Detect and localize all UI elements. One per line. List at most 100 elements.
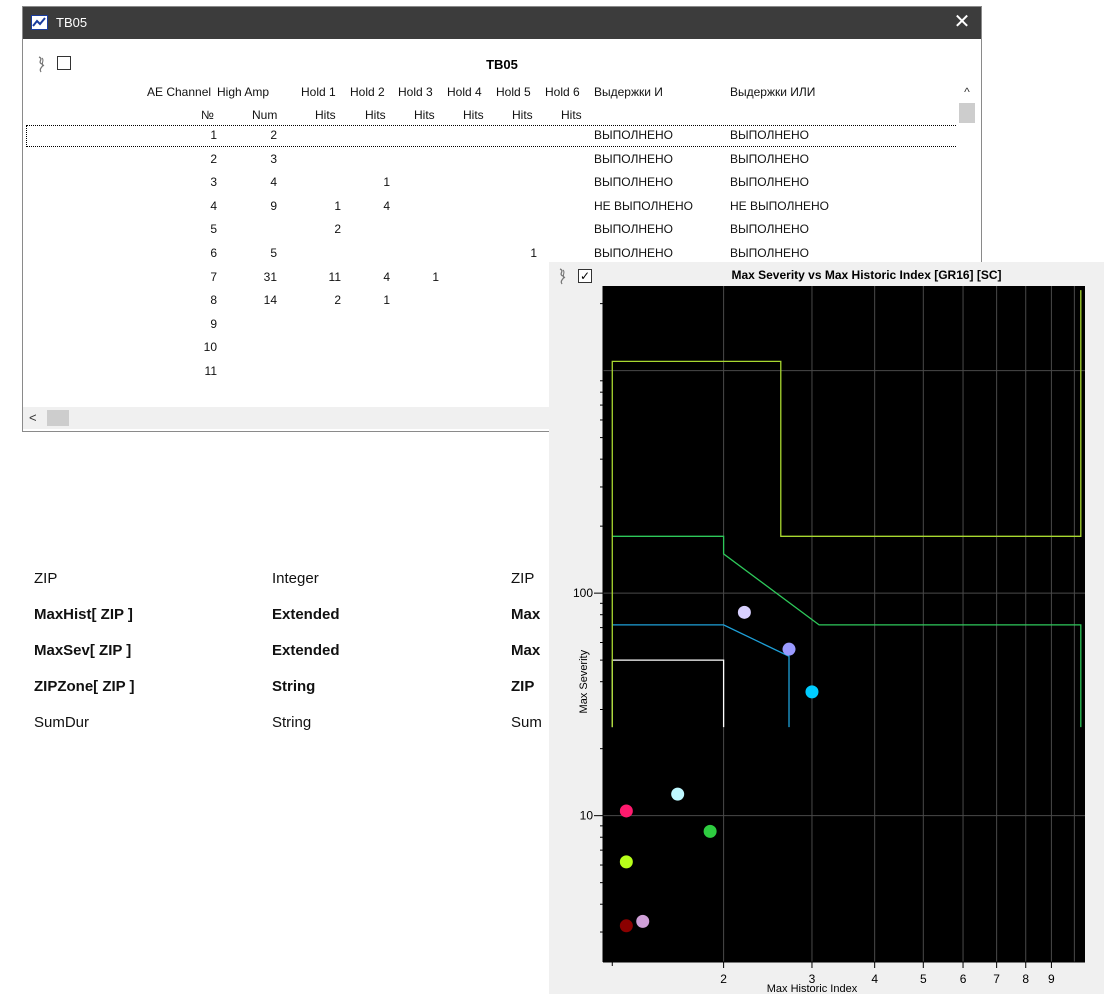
table-cell: ВЫПОЛНЕНО — [594, 175, 673, 190]
table-cell: 1 — [530, 246, 537, 260]
col-header-hold3[interactable]: Hold 3 — [398, 85, 433, 99]
table-cell: 14 — [263, 293, 277, 308]
table-cell: ВЫПОЛНЕНО — [730, 222, 809, 237]
table-cell: ВЫПОЛНЕНО — [594, 151, 673, 166]
data-point[interactable] — [619, 804, 633, 818]
table-cell: НЕ ВЫПОЛНЕНО — [594, 198, 693, 213]
table-cell: 11 — [204, 364, 217, 378]
field-extra: ZIP — [511, 678, 535, 695]
x-tick-label: 5 — [920, 972, 927, 986]
field-type: Extended — [272, 642, 340, 659]
x-tick-label: 9 — [1048, 972, 1055, 986]
col-subheader-hits: Hits — [315, 108, 336, 122]
severity-chart-panel: 10 100 2 3 4 5 6 7 8 9 Max Historic Index Max Sever… — [549, 262, 1104, 994]
table-cell: 2 — [334, 293, 341, 308]
table-cell: ВЫПОЛНЕНО — [594, 222, 673, 237]
table-title: TB05 — [486, 57, 518, 72]
data-point[interactable] — [619, 855, 633, 869]
table-cell: 1 — [383, 293, 390, 308]
table-row[interactable] — [27, 220, 955, 242]
plot-area — [603, 286, 1085, 962]
close-button[interactable]: ✕ — [943, 7, 981, 39]
table-cell: 5 — [270, 246, 277, 260]
table-cell: 4 — [270, 175, 277, 190]
horizontal-scroll-thumb[interactable] — [47, 410, 69, 426]
table-cell: 3 — [210, 175, 217, 190]
table-cell: ВЫПОЛНЕНО — [730, 175, 809, 190]
y-axis-title: Max Severity — [578, 649, 590, 713]
field-name: ZIPZone[ ZIP ] — [34, 678, 135, 695]
table-cell: 7 — [210, 269, 217, 284]
data-point[interactable] — [737, 605, 751, 619]
col-header-ae-channel[interactable]: AE Channel — [147, 85, 211, 99]
table-cell: 8 — [210, 293, 217, 308]
field-extra: Sum — [511, 714, 542, 731]
data-point[interactable] — [805, 685, 819, 699]
table-cell: 31 — [263, 269, 277, 284]
field-type: Extended — [272, 606, 340, 623]
field-type: String — [272, 714, 312, 731]
data-point[interactable] — [782, 642, 796, 656]
scroll-up-arrow-icon[interactable]: ^ — [959, 85, 975, 101]
col-header-hold1[interactable]: Hold 1 — [301, 85, 336, 99]
field-name: MaxSev[ ZIP ] — [34, 642, 132, 659]
x-tick-label: 6 — [960, 972, 967, 986]
table-cell: 4 — [383, 198, 390, 213]
table-cell: 2 — [210, 151, 217, 166]
table-cell: 4 — [210, 198, 217, 213]
col-subheader-hits: Hits — [463, 108, 484, 122]
x-tick-label: 7 — [993, 972, 1000, 986]
col-subheader-hits: Hits — [512, 108, 533, 122]
table-cell: 6 — [210, 246, 217, 260]
col-header-vyderzhki-ili[interactable]: Выдержки ИЛИ — [730, 85, 815, 99]
table-cell: ВЫПОЛНЕНО — [594, 128, 673, 142]
col-subheader-hits: Hits — [365, 108, 386, 122]
table-cell: 1 — [432, 269, 439, 284]
window-titlebar[interactable]: TB05 ✕ — [23, 7, 981, 39]
data-point[interactable] — [636, 914, 650, 928]
col-header-vyderzhki-i[interactable]: Выдержки И — [594, 85, 663, 99]
table-cell: 11 — [328, 269, 341, 284]
table-row[interactable] — [27, 150, 955, 172]
col-header-hold5[interactable]: Hold 5 — [496, 85, 531, 99]
x-tick-label: 4 — [871, 972, 878, 986]
table-cell: 9 — [210, 316, 217, 331]
field-extra: Max — [511, 606, 541, 623]
table-cell: 1 — [334, 198, 341, 213]
table-cell: 3 — [270, 151, 277, 166]
table-cell: 1 — [383, 175, 390, 190]
col-header-high-amp[interactable]: High Amp — [217, 85, 269, 99]
field-extra: ZIP — [511, 570, 535, 587]
chart-window-icon — [31, 15, 48, 30]
table-cell: 2 — [270, 128, 277, 142]
table-cell: 5 — [210, 222, 217, 237]
data-point[interactable] — [671, 787, 685, 801]
col-header-hold6[interactable]: Hold 6 — [545, 85, 580, 99]
x-tick-label: 8 — [1022, 972, 1029, 986]
severity-chart: 101002 3 4 5 6 7 8 9Max Historic IndexMax Sever… — [573, 286, 1085, 994]
data-point[interactable] — [703, 824, 717, 838]
field-name: MaxHist[ ZIP ] — [34, 606, 133, 623]
x-tick-label: 2 — [720, 972, 727, 986]
col-subheader-hits: Hits — [561, 108, 582, 122]
chart-title: Max Severity vs Max Historic Index [GR16… — [731, 268, 1002, 282]
table-cell: ВЫПОЛНЕНО — [730, 151, 809, 166]
table-cell: ВЫПОЛНЕНО — [730, 128, 809, 142]
vertical-scroll-thumb[interactable] — [959, 103, 975, 123]
scroll-left-arrow-icon[interactable]: < — [29, 410, 37, 425]
col-subheader-no: № — [201, 108, 214, 122]
data-point[interactable] — [619, 919, 633, 933]
col-header-hold4[interactable]: Hold 4 — [447, 85, 482, 99]
window-title: TB05 — [56, 15, 88, 30]
table-row[interactable] — [27, 173, 955, 195]
field-name: SumDur — [34, 714, 90, 731]
y-tick-label: 100 — [573, 586, 593, 600]
table-cell: 10 — [203, 340, 217, 355]
table-cell: 1 — [210, 128, 217, 142]
table-cell: 9 — [270, 198, 277, 213]
field-name: ZIP — [34, 570, 58, 587]
table-row[interactable] — [27, 126, 955, 148]
col-header-hold2[interactable]: Hold 2 — [350, 85, 385, 99]
y-tick-label: 10 — [580, 809, 594, 823]
table-cell: ВЫПОЛНЕНО — [594, 246, 673, 260]
